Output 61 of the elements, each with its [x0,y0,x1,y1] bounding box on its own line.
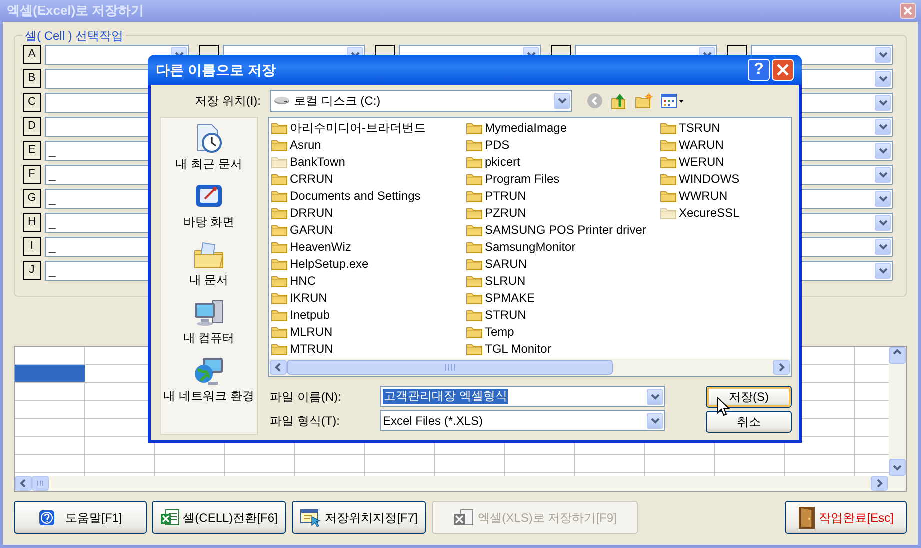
column-label: E [23,141,41,160]
column-label: B [23,69,41,88]
folder-item[interactable]: WERUN [660,153,726,170]
folder-item[interactable]: pkicert [466,153,522,170]
field-label: 파일 이름(N): [269,388,342,406]
cancel-button[interactable]: 취소 [706,411,792,433]
folder-item[interactable]: SARUN [466,255,530,272]
save-button[interactable]: 저장(S) [706,386,792,408]
places-item[interactable]: 내 컴퓨터 [161,297,257,349]
action-button[interactable]: 셀(CELL)전환[F6] [152,501,286,534]
folder-item[interactable]: MTRUN [271,340,336,357]
folder-item[interactable]: Temp [466,323,516,340]
column-label: D [23,117,41,136]
column-label: J [23,261,41,280]
folder-item[interactable]: WINDOWS [660,170,742,187]
column-label: I [23,237,41,256]
action-button[interactable]: 도움말[F1] [14,501,147,534]
folder-item[interactable]: PTRUN [466,187,528,204]
folder-item[interactable]: HelpSetup.exe [271,255,371,272]
action-button[interactable]: 작업완료[Esc] [785,501,907,534]
location-label: 저장 위치(I): [194,93,261,110]
folder-item[interactable]: PZRUN [466,204,528,221]
column-label: F [23,165,41,184]
folder-item[interactable]: HNC [271,272,318,289]
folder-item[interactable]: PDS [466,136,512,153]
folder-item[interactable]: SPMAKE [466,289,538,306]
folder-item[interactable]: SamsungMonitor [466,238,578,255]
folder-item[interactable]: SLRUN [466,272,528,289]
folder-item[interactable]: HeavenWiz [271,238,354,255]
folder-item[interactable]: IKRUN [271,289,330,306]
folder-item[interactable]: TSRUN [660,119,722,136]
location-combo-box[interactable]: 로컬 디스크 (C:) [270,90,572,112]
folder-item[interactable]: CRRUN [271,170,336,187]
folder-item[interactable]: Documents and Settings [271,187,423,204]
folder-item[interactable]: BankTown [271,153,348,170]
file-name-combo-box[interactable]: 고객관리대장 엑셀형식 [380,386,665,407]
dialog-title: 다른 이름으로 저장 [156,60,276,80]
folder-item[interactable]: SAMSUNG POS Printer driver [466,221,648,238]
folder-item[interactable]: TGL Monitor [466,340,554,357]
folder-item[interactable]: 아리수미디어-브라더번드 [271,119,428,136]
column-label: A [23,45,41,64]
folder-item[interactable]: MymediaImage [466,119,570,136]
column-label: H [23,213,41,232]
folder-item[interactable]: STRUN [466,306,528,323]
field-label: 파일 형식(T): [269,412,341,430]
action-button[interactable]: 저장위치지정[F7] [292,501,426,534]
file-type-combo-box[interactable]: Excel Files (*.XLS) [380,410,665,431]
folder-item[interactable]: Inetpub [271,306,332,323]
folder-item[interactable]: WARUN [660,136,726,153]
folder-item[interactable]: GARUN [271,221,336,238]
help-button[interactable]: ? [748,59,770,81]
folder-item[interactable]: DRRUN [271,204,336,221]
folder-item[interactable]: Program Files [466,170,562,187]
folder-item[interactable]: Asrun [271,136,324,153]
column-label: C [23,93,41,112]
folder-item[interactable]: WWRUN [660,187,730,204]
folder-item[interactable]: MLRUN [271,323,335,340]
window-title: 엑셀(Excel)로 저장하기 [6,2,144,20]
column-label: G [23,189,41,208]
folder-item[interactable]: XecureSSL [660,204,742,221]
places-item[interactable]: 내 네트워크 환경 [161,355,257,407]
